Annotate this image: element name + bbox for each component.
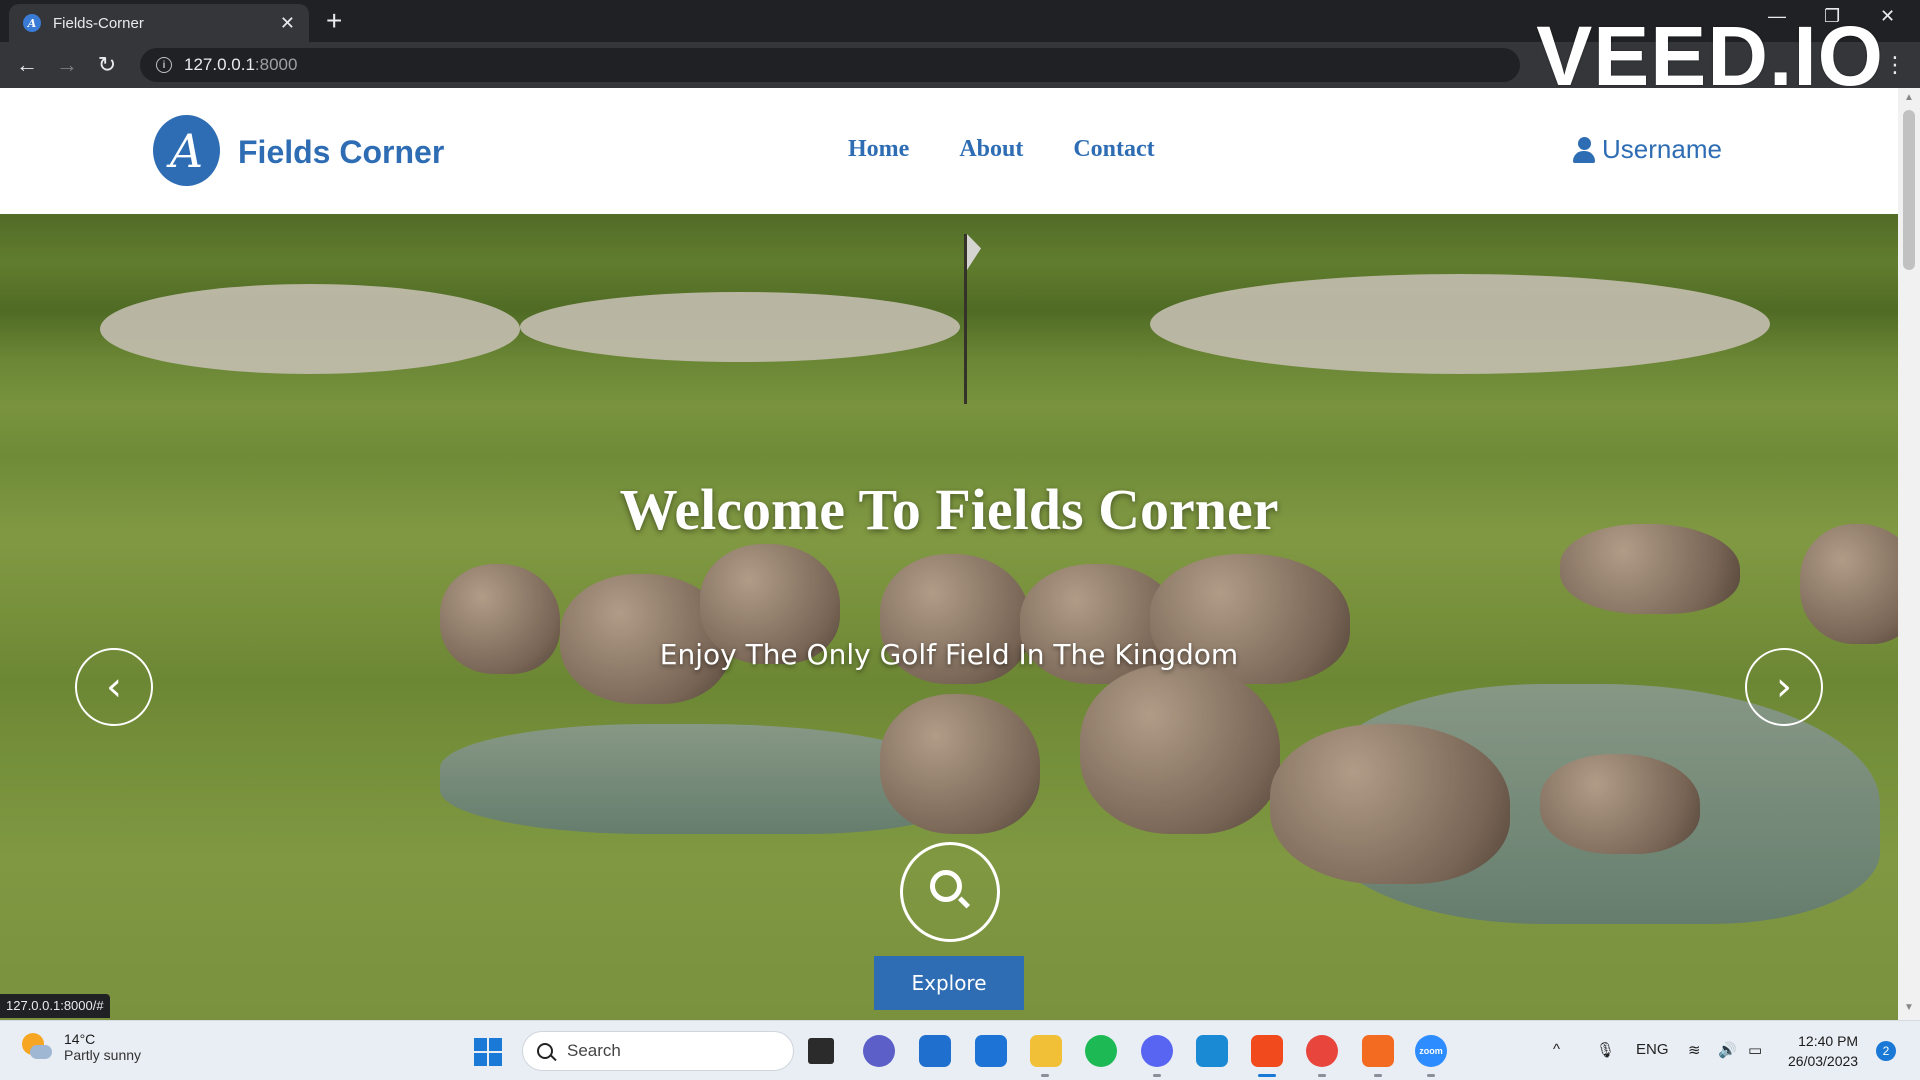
hero-subtitle: Enjoy The Only Golf Field In The Kingdom [659, 638, 1239, 671]
user-menu[interactable]: Username [1572, 134, 1722, 165]
task-view-icon[interactable] [808, 1038, 834, 1064]
taskbar: 14°C Partly sunny Search zoom ^ 🎙 ENG ≋ … [0, 1020, 1920, 1080]
store-icon[interactable] [919, 1035, 951, 1067]
search-icon [537, 1043, 553, 1059]
page-scrollbar[interactable]: ▲ ▼ [1898, 88, 1920, 1020]
logo-text[interactable]: Fields Corner [238, 134, 444, 171]
spotify-icon[interactable] [1085, 1035, 1117, 1067]
file-explorer-icon[interactable] [1030, 1035, 1062, 1067]
nav-home[interactable]: Home [848, 136, 909, 163]
site-favicon-icon: A [23, 14, 41, 32]
hero-carousel: Welcome To Fields Corner Enjoy The Only … [0, 214, 1898, 1020]
watermark: VEED.IO [1536, 9, 1884, 103]
clock-time: 12:40 PM [1798, 1033, 1859, 1049]
discord-icon[interactable] [1141, 1035, 1173, 1067]
wifi-icon[interactable]: ≋ [1688, 1041, 1701, 1059]
vscode-icon[interactable] [1196, 1035, 1228, 1067]
info-icon[interactable]: i [156, 57, 172, 73]
chevron-left-icon: ‹ [106, 664, 122, 710]
carousel-next-button[interactable]: › [1745, 648, 1823, 726]
running-indicator [1318, 1074, 1326, 1077]
battery-icon[interactable]: ▭ [1748, 1041, 1762, 1059]
browser-tab-active[interactable]: A Fields-Corner ✕ [9, 4, 309, 42]
logo-icon[interactable]: A [153, 115, 220, 186]
tab-title: Fields-Corner [53, 14, 144, 32]
page-viewport: A Fields Corner Home About Contact Usern… [0, 88, 1898, 1020]
forward-icon[interactable]: → [52, 50, 82, 80]
running-indicator [1041, 1074, 1049, 1077]
browser-menu-icon[interactable]: ⋮ [1884, 52, 1906, 78]
status-bar-url: 127.0.0.1:8000/# [0, 994, 110, 1018]
windows-start-icon[interactable] [474, 1038, 502, 1066]
back-icon[interactable]: ← [12, 50, 42, 80]
xampp-icon[interactable] [1362, 1035, 1394, 1067]
user-icon [1572, 136, 1596, 163]
taskbar-clock[interactable]: 12:40 PM 26/03/2023 [1788, 1031, 1858, 1071]
site-header: A Fields Corner Home About Contact Usern… [0, 88, 1898, 214]
tab-close-icon[interactable]: ✕ [280, 13, 295, 34]
brave-icon[interactable] [1251, 1035, 1283, 1067]
running-indicator [1427, 1074, 1435, 1077]
chat-icon[interactable] [863, 1035, 895, 1067]
zoom-icon[interactable]: zoom [1415, 1035, 1447, 1067]
mail-icon[interactable] [975, 1035, 1007, 1067]
new-tab-button[interactable]: + [326, 6, 342, 36]
microphone-icon[interactable]: 🎙 [1596, 1041, 1615, 1059]
username-label: Username [1602, 134, 1722, 164]
explore-button[interactable]: Explore [874, 956, 1024, 1010]
notification-badge[interactable]: 2 [1876, 1041, 1896, 1061]
volume-icon[interactable]: 🔊 [1718, 1041, 1737, 1059]
chevron-right-icon: › [1776, 664, 1792, 710]
carousel-prev-button[interactable]: ‹ [75, 648, 153, 726]
tray-overflow-icon[interactable]: ^ [1553, 1041, 1560, 1058]
weather-widget[interactable]: 14°C Partly sunny [20, 1031, 141, 1063]
search-icon [930, 870, 962, 902]
url-port: :8000 [254, 55, 298, 74]
reload-icon[interactable]: ↻ [92, 50, 122, 80]
nav-about[interactable]: About [959, 136, 1023, 163]
hero-search-button[interactable] [900, 842, 1000, 942]
clock-date: 26/03/2023 [1788, 1053, 1859, 1069]
address-bar[interactable]: i 127.0.0.1:8000 [140, 48, 1520, 82]
weather-icon [20, 1031, 52, 1063]
language-indicator[interactable]: ENG [1636, 1041, 1669, 1058]
running-indicator [1153, 1074, 1161, 1077]
hero-title: Welcome To Fields Corner [619, 477, 1279, 542]
scrollbar-thumb[interactable] [1903, 110, 1915, 270]
nav-contact[interactable]: Contact [1073, 136, 1154, 163]
weather-condition: Partly sunny [64, 1047, 142, 1063]
active-indicator [1258, 1074, 1276, 1077]
taskbar-search[interactable]: Search [522, 1031, 794, 1071]
chrome-icon[interactable] [1306, 1035, 1338, 1067]
running-indicator [1374, 1074, 1382, 1077]
taskbar-search-placeholder: Search [567, 1041, 621, 1060]
url-host: 127.0.0.1 [184, 55, 255, 74]
weather-temp: 14°C [64, 1031, 96, 1047]
main-nav: Home About Contact [848, 136, 1205, 163]
